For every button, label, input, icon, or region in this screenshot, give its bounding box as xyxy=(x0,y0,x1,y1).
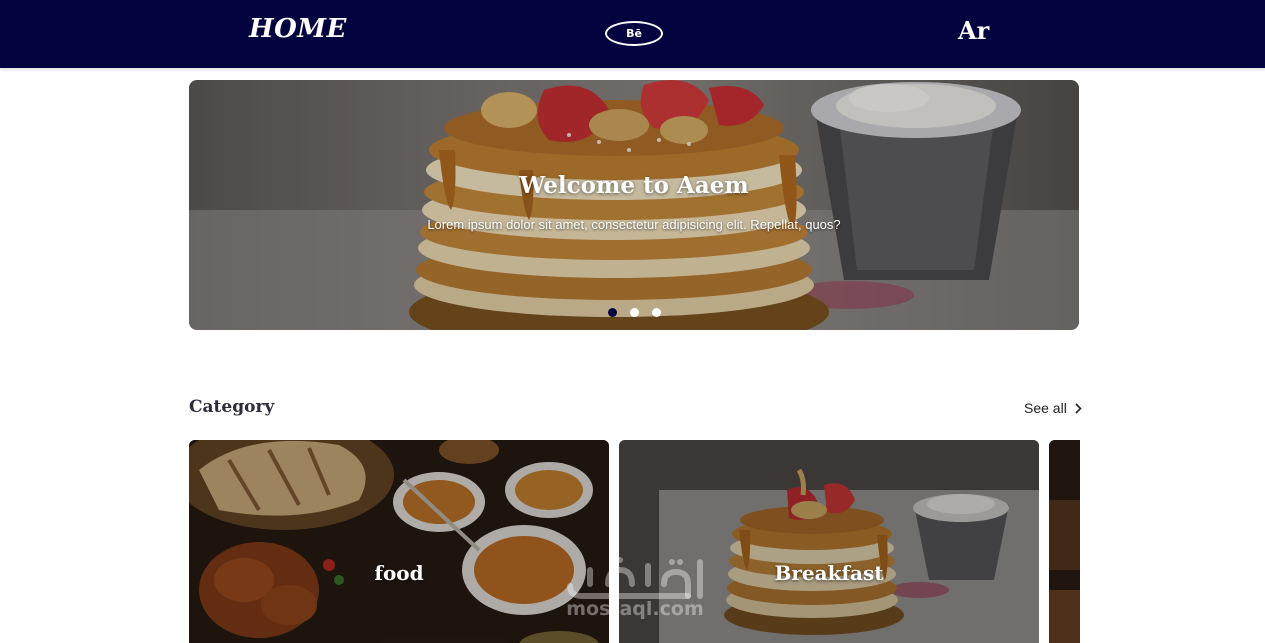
carousel-dot-2[interactable] xyxy=(630,308,639,317)
see-all-link[interactable]: See all xyxy=(1024,400,1082,416)
hero-carousel: Welcome to Aaem Lorem ipsum dolor sit am… xyxy=(189,80,1079,330)
carousel-dot-3[interactable] xyxy=(652,308,661,317)
partial-card-overlay xyxy=(1049,440,1080,643)
hero-title: Welcome to Aaem xyxy=(519,172,749,199)
carousel-dot-1[interactable] xyxy=(608,308,617,317)
chevron-right-icon xyxy=(1075,402,1082,414)
hero-description: Lorem ipsum dolor sit amet, consectetur … xyxy=(427,217,841,232)
category-card-food[interactable]: food xyxy=(189,440,609,643)
category-card-partial[interactable] xyxy=(1049,440,1080,643)
nav-home-link[interactable]: HOME xyxy=(249,14,347,44)
behance-icon[interactable]: Bē xyxy=(605,21,663,46)
top-navbar: HOME Bē Ar xyxy=(0,0,1265,69)
category-label-breakfast: Breakfast xyxy=(774,561,884,585)
behance-label: Bē xyxy=(626,27,642,40)
hero-overlay xyxy=(189,80,1079,330)
category-heading: Category xyxy=(189,397,275,417)
carousel-indicators xyxy=(608,308,661,317)
see-all-label: See all xyxy=(1024,400,1067,416)
category-label-food: food xyxy=(374,561,424,585)
category-card-breakfast[interactable]: Breakfast xyxy=(619,440,1039,643)
food-card-overlay xyxy=(189,440,609,643)
language-switch-link[interactable]: Ar xyxy=(958,16,989,45)
breakfast-card-overlay xyxy=(619,440,1039,643)
